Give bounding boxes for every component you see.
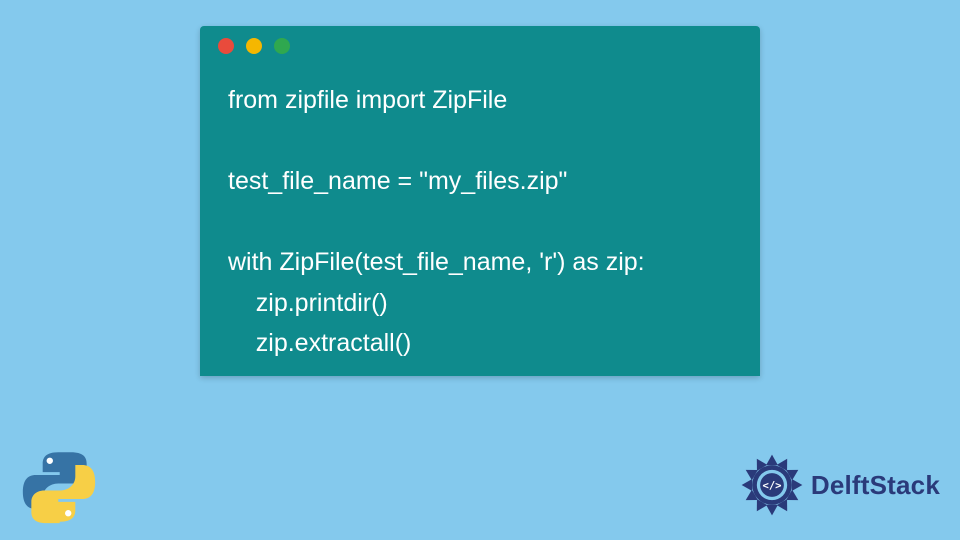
gear-icon: </> — [739, 452, 805, 518]
minimize-icon — [246, 38, 262, 54]
code-line: zip.extractall() — [228, 329, 411, 357]
code-line: zip.printdir() — [228, 289, 388, 317]
brand-logo: </> DelftStack — [739, 452, 940, 518]
maximize-icon — [274, 38, 290, 54]
close-icon — [218, 38, 234, 54]
code-content: from zipfile import ZipFile test_file_na… — [200, 66, 760, 384]
code-window: from zipfile import ZipFile test_file_na… — [200, 26, 760, 376]
brand-name: DelftStack — [811, 470, 940, 501]
window-titlebar — [200, 26, 760, 66]
svg-text:</>: </> — [762, 480, 781, 492]
code-line: test_file_name = "my_files.zip" — [228, 167, 567, 195]
code-line: with ZipFile(test_file_name, 'r') as zip… — [228, 248, 645, 276]
python-logo-icon — [20, 448, 98, 526]
code-line: from zipfile import ZipFile — [228, 86, 507, 114]
